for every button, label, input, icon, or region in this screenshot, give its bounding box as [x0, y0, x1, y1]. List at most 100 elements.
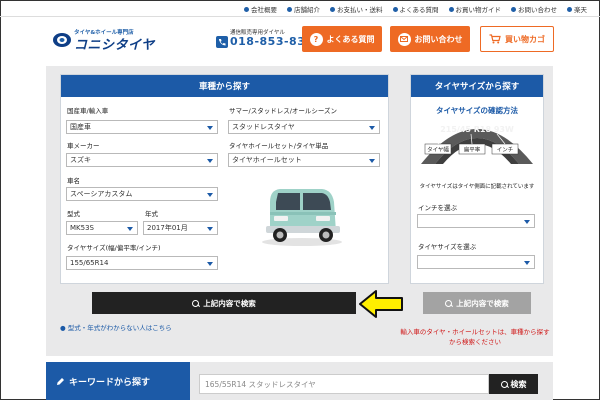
help-link-label: 型式・年式がわからない人はこちら: [67, 324, 172, 332]
question-icon: ?: [309, 32, 323, 46]
tire-tag-inch: インチ: [497, 147, 514, 154]
chevron-down-icon: [207, 126, 213, 130]
cart-button[interactable]: 買い物カゴ: [480, 26, 554, 52]
logo-tire-icon: [53, 33, 71, 47]
tire-size-note: タイヤサイズはタイヤ側面に記載されています: [419, 184, 535, 190]
bullet-icon: [511, 6, 516, 12]
topnav-company[interactable]: 会社概要: [239, 4, 282, 14]
bullet-icon: [392, 6, 398, 12]
chevron-down-icon: [207, 193, 213, 197]
tire-tag-aspect: 扁平率: [464, 146, 481, 154]
inch-select[interactable]: [417, 214, 535, 228]
bullet-icon: [287, 6, 292, 12]
set-value: タイヤホイールセット: [232, 156, 302, 164]
size-search-title: タイヤサイズから探す: [411, 75, 543, 97]
domestic-select[interactable]: 国産車: [66, 120, 218, 134]
year-label: 年式: [145, 210, 158, 218]
year-select[interactable]: 2017年01月: [143, 221, 218, 235]
maker-label: 車メーカー: [67, 142, 100, 150]
size-search-button[interactable]: 上記内容で検索: [423, 292, 531, 314]
keyword-search-button-label: 検索: [510, 379, 527, 389]
topnav-label: お問い合わせ: [518, 6, 557, 14]
car-search-button[interactable]: 上記内容で検索: [92, 292, 356, 314]
topnav-faq[interactable]: よくある質問: [388, 4, 444, 14]
chevron-down-icon: [207, 262, 213, 266]
tire-size-select[interactable]: 155/65R14: [66, 256, 218, 270]
model-value: MK53S: [70, 224, 94, 232]
domestic-value: 国産車: [70, 123, 91, 131]
topnav-guide[interactable]: お買い物ガイド: [444, 4, 507, 14]
faq-button[interactable]: ? よくある質問: [302, 26, 382, 52]
topnav-label: 店舗紹介: [294, 6, 320, 14]
cart-button-label: 買い物カゴ: [505, 34, 545, 44]
search-icon: [500, 380, 508, 388]
topnav-label: よくある質問: [399, 6, 439, 14]
year-value: 2017年01月: [147, 224, 188, 232]
maker-value: スズキ: [70, 156, 91, 164]
bullet-icon: [448, 6, 454, 12]
phone-icon: [216, 36, 228, 48]
faq-button-label: よくある質問: [326, 34, 375, 44]
inch-label: インチを選ぶ: [418, 204, 457, 212]
season-value: スタッドレスタイヤ: [232, 123, 295, 131]
topnav-label: 楽天: [574, 6, 587, 14]
keyword-search-button[interactable]: 検索: [489, 374, 538, 394]
bullet-icon: [567, 6, 572, 12]
size-select-label: タイヤサイズを選ぶ: [418, 243, 477, 251]
tire-size-value: 155/65R14: [70, 259, 109, 267]
tire-size-label: タイヤサイズ(幅/偏平率/インチ): [67, 244, 161, 252]
cart-icon: [489, 34, 501, 44]
car-name-label: 車名: [67, 177, 80, 185]
keyword-search-title: キーワードから探す: [46, 362, 190, 400]
chevron-down-icon: [369, 159, 375, 163]
topnav-label: お買い物ガイド: [455, 6, 502, 14]
arrow-left-icon: [359, 290, 403, 318]
top-divider: [0, 16, 600, 17]
bullet-icon: [244, 6, 249, 12]
mail-icon: [397, 32, 411, 46]
pencil-icon: [57, 377, 64, 385]
topnav-contact[interactable]: お問い合わせ: [506, 4, 562, 14]
phone-block: 通信販売専用ダイヤル 018-853-8303: [216, 28, 321, 52]
maker-select[interactable]: スズキ: [66, 153, 218, 167]
car-search-title: 車種から探す: [61, 75, 388, 97]
size-select[interactable]: [417, 255, 535, 269]
logo-name: コニシタイヤ: [74, 38, 155, 53]
search-icon: [445, 299, 453, 307]
topnav-label: お支払い・送料: [337, 6, 383, 14]
model-year-help-link[interactable]: ● 型式・年式がわからない人はこちら: [60, 322, 172, 332]
model-label: 型式: [67, 210, 80, 218]
topnav-stores[interactable]: 店舗紹介: [282, 4, 325, 14]
contact-button[interactable]: お問い合わせ: [390, 26, 470, 52]
domestic-label: 国産車/輸入車: [67, 107, 109, 115]
contact-button-label: お問い合わせ: [414, 34, 463, 44]
car-search-button-label: 上記内容で検索: [203, 298, 256, 308]
keyword-input[interactable]: 165/55R14 スタッドレスタイヤ: [199, 374, 489, 394]
car-name-value: スペーシアカスタム: [70, 190, 133, 198]
tire-sidewall-image: 215/45 R18 93W タイヤ幅 扁平率 インチ: [421, 125, 533, 164]
site-logo[interactable]: タイヤ&ホイール専門店 コニシタイヤ: [52, 28, 172, 53]
tire-tag-width: タイヤ幅: [427, 146, 449, 154]
bullet-icon: [330, 6, 335, 12]
topnav-label: 会社概要: [251, 6, 277, 14]
keyword-input-value: 165/55R14 スタッドレスタイヤ: [205, 379, 316, 389]
keyword-title-label: キーワードから探す: [69, 377, 151, 388]
model-select[interactable]: MK53S: [66, 221, 138, 235]
car-name-select[interactable]: スペーシアカスタム: [66, 187, 218, 201]
search-icon: [192, 299, 200, 307]
chevron-down-icon: [127, 227, 133, 231]
set-label: タイヤホイールセット/タイヤ単品: [229, 142, 329, 150]
chevron-down-icon: [524, 261, 530, 265]
topnav-rakuten[interactable]: 楽天: [562, 4, 592, 14]
topnav-payment[interactable]: お支払い・送料: [325, 4, 388, 14]
car-image: [262, 189, 342, 246]
chevron-down-icon: [207, 159, 213, 163]
tire-marking: 215/45 R18 93W: [440, 125, 514, 134]
top-utility-nav: 会社概要 店舗紹介 お支払い・送料 よくある質問 お買い物ガイド お問い合わせ …: [239, 3, 592, 15]
bullet-icon: ●: [60, 324, 66, 332]
import-car-warning: 輸入車のタイヤ・ホイールセットは、車種から探すから検索ください: [400, 328, 550, 346]
chevron-down-icon: [207, 227, 213, 231]
set-select[interactable]: タイヤホイールセット: [228, 153, 380, 167]
season-select[interactable]: スタッドレスタイヤ: [228, 120, 380, 134]
chevron-down-icon: [524, 220, 530, 224]
